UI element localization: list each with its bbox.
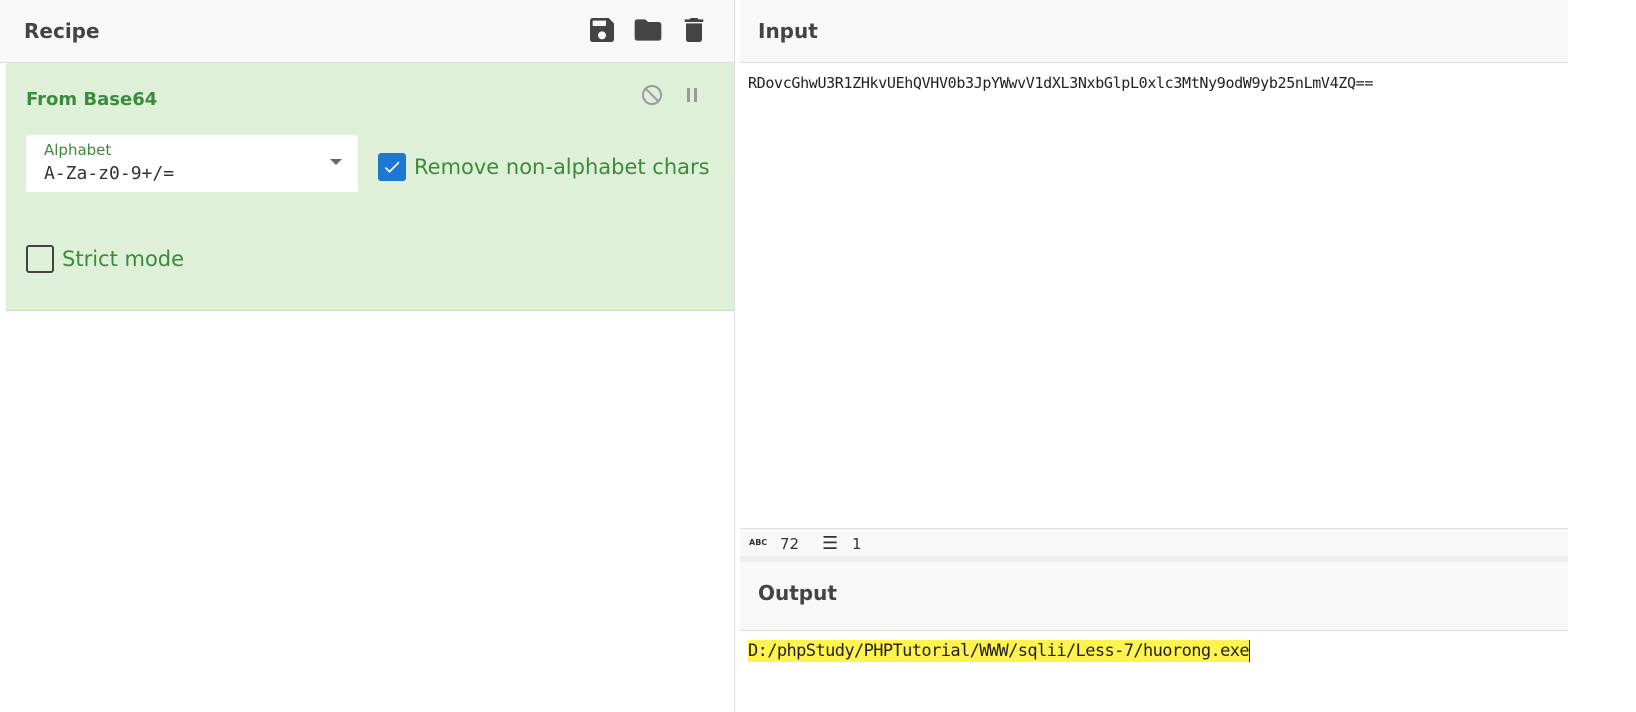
- alphabet-label: Alphabet: [44, 141, 112, 159]
- folder-icon[interactable]: [632, 14, 664, 46]
- output-title: Output: [758, 581, 837, 605]
- alphabet-value: A-Za-z0-9+/=: [44, 163, 175, 184]
- disable-icon[interactable]: [640, 83, 664, 107]
- remove-non-alphabet-label: Remove non-alphabet chars: [414, 155, 710, 179]
- alphabet-select[interactable]: Alphabet A-Za-z0-9+/=: [26, 135, 358, 192]
- checkbox-checked-icon[interactable]: [378, 153, 406, 181]
- output-header: Output: [740, 562, 1568, 631]
- operation-from-base64[interactable]: From Base64 Alphabet A-Za-z0-9+/= Remove…: [6, 63, 734, 311]
- input-title: Input: [758, 19, 818, 43]
- output-text[interactable]: D:/phpStudy/PHPTutorial/WWW/sqlii/Less-7…: [748, 640, 1251, 662]
- io-panel: Input RDovcGhwU3R1ZHkvUEhQVHV0b3JpYWwvV1…: [740, 0, 1568, 712]
- remove-non-alphabet-checkbox[interactable]: Remove non-alphabet chars: [378, 153, 710, 181]
- checkbox-unchecked-icon[interactable]: [26, 245, 54, 273]
- operation-title: From Base64: [26, 89, 158, 110]
- strict-mode-checkbox[interactable]: Strict mode: [26, 245, 184, 273]
- recipe-header: Recipe: [0, 0, 734, 63]
- abc-icon: ABC: [749, 538, 768, 547]
- input-textarea[interactable]: RDovcGhwU3R1ZHkvUEhQVHV0b3JpYWwvV1dXL3Nx…: [748, 74, 1373, 92]
- recipe-panel: Recipe From Base64 Alphabet A-Za-z0-9+/=…: [0, 0, 735, 712]
- input-header: Input: [740, 0, 1568, 63]
- recipe-title: Recipe: [24, 19, 100, 43]
- pause-icon[interactable]: [680, 83, 704, 107]
- input-lines: 1: [852, 535, 862, 553]
- input-length: 72: [780, 535, 800, 553]
- lines-icon: ☰: [822, 533, 839, 554]
- strict-mode-label: Strict mode: [62, 247, 185, 271]
- save-icon[interactable]: [586, 14, 618, 46]
- chevron-down-icon: [330, 159, 342, 165]
- trash-icon[interactable]: [678, 14, 710, 46]
